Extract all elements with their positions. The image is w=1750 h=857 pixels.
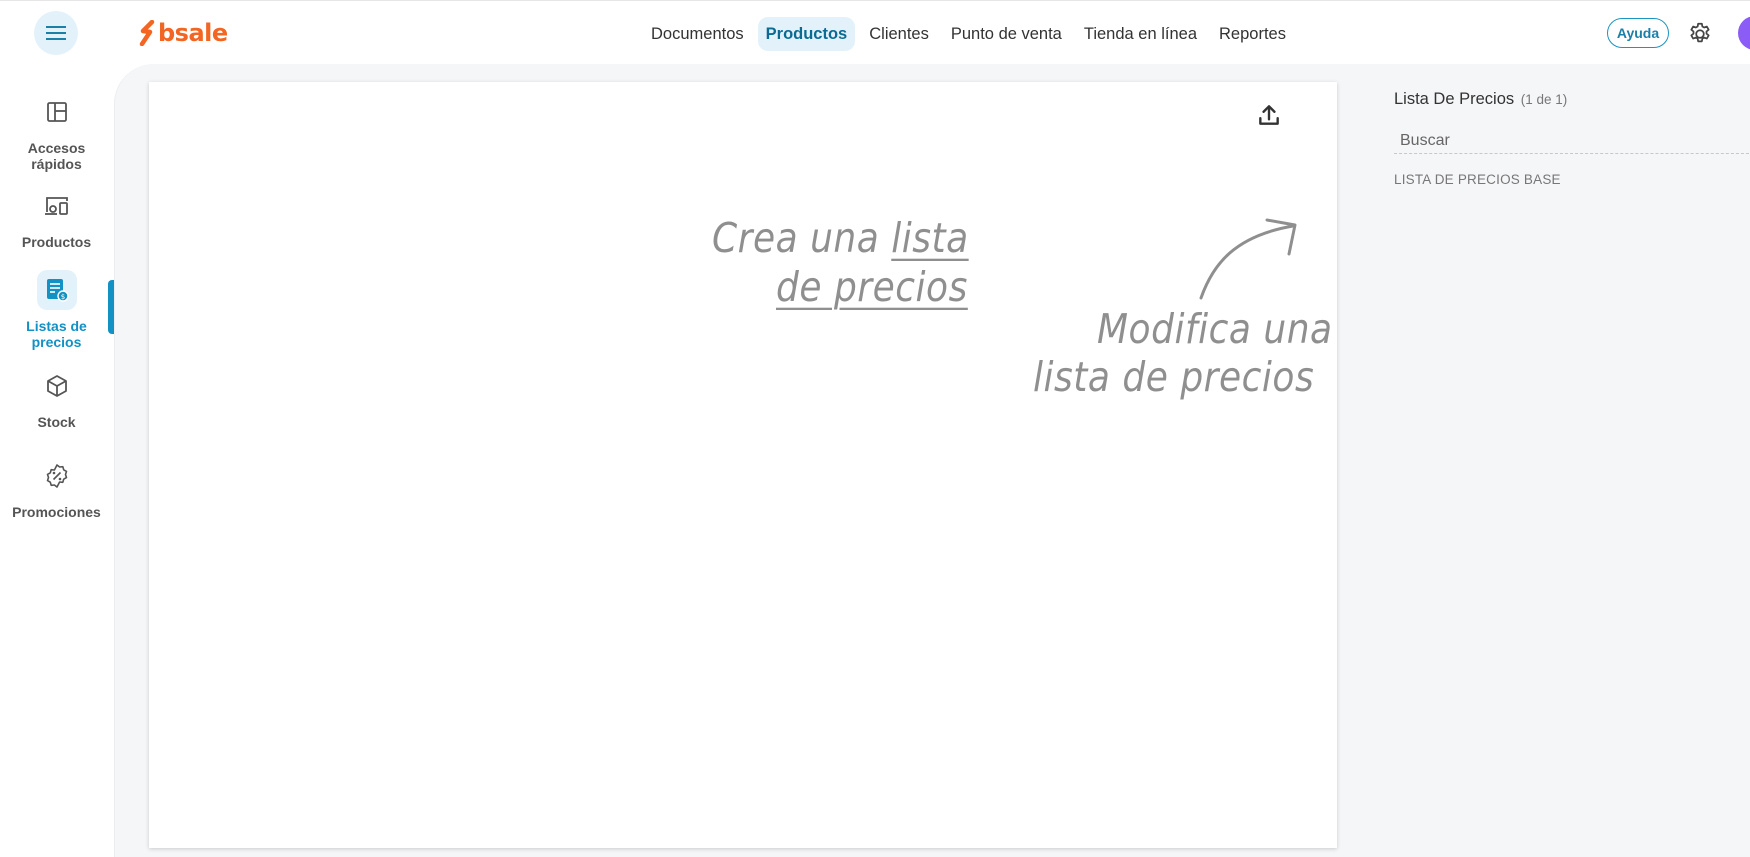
price-list-canvas (149, 82, 1337, 848)
svg-text:$: $ (60, 293, 64, 301)
hamburger-menu-icon (46, 26, 66, 40)
nav-reportes[interactable]: Reportes (1211, 17, 1294, 51)
sidebar-label-promociones: Promociones (12, 504, 101, 520)
nav-documentos[interactable]: Documentos (643, 17, 752, 51)
create-list-link-2[interactable]: de precios (776, 264, 968, 311)
modify-hint-line1: Modifica una (1097, 306, 1333, 354)
sidebar-label-listas: Listas de precios (26, 318, 87, 350)
price-list-search-input[interactable] (1394, 128, 1750, 154)
bsale-logo[interactable]: bsale (138, 17, 228, 49)
gear-icon[interactable] (1687, 21, 1713, 47)
create-hint-line1: Crea una lista (712, 215, 969, 262)
sidebar-item-stock[interactable]: Stock (0, 366, 113, 430)
sidebar-item-listas-de-precios[interactable]: $ Listas de precios (0, 270, 113, 350)
create-hint-line2: de precios (776, 264, 968, 311)
sidebar-label-productos: Productos (21, 234, 92, 250)
price-list-panel-title: Lista De Precios (1 de 1) (1394, 90, 1567, 109)
sidebar-label-stock: Stock (37, 414, 76, 430)
create-hint-prefix: Crea una (712, 215, 892, 263)
sidebar-item-promociones[interactable]: Promociones (0, 456, 113, 520)
devices-icon (44, 197, 68, 215)
user-avatar[interactable] (1738, 16, 1750, 50)
top-bar: bsale Documentos Productos Clientes Punt… (0, 0, 1750, 65)
create-list-link[interactable]: lista (891, 215, 968, 262)
sidebar-label-accesos: Accesos rápidos (27, 140, 86, 172)
brand-name: bsale (158, 19, 228, 47)
dashboard-grid-icon (46, 102, 67, 122)
nav-tienda-en-linea[interactable]: Tienda en línea (1076, 17, 1205, 51)
bsale-logo-mark-icon (139, 20, 155, 46)
discount-badge-icon (46, 464, 67, 488)
nav-productos[interactable]: Productos (757, 17, 856, 51)
modify-hint-line2: lista de precios (1033, 354, 1315, 402)
box-icon (46, 375, 67, 397)
nav-clientes[interactable]: Clientes (861, 17, 937, 51)
hamburger-menu-button[interactable] (34, 11, 78, 55)
main-nav: Documentos Productos Clientes Punto de v… (643, 17, 1300, 51)
sidebar-item-productos[interactable]: Productos (0, 186, 113, 250)
panel-count: (1 de 1) (1520, 92, 1568, 107)
nav-punto-de-venta[interactable]: Punto de venta (943, 17, 1070, 51)
help-button[interactable]: Ayuda (1607, 18, 1669, 48)
price-list-icon: $ (46, 279, 69, 302)
curved-arrow-icon (1199, 218, 1297, 300)
price-list-item[interactable]: LISTA DE PRECIOS BASE (1394, 172, 1561, 187)
sidebar-item-accesos-rapidos[interactable]: Accesos rápidos (0, 92, 113, 172)
left-sidebar: Accesos rápidos Productos $ Listas de pr… (0, 64, 113, 857)
panel-title-text: Lista De Precios (1394, 90, 1515, 108)
upload-icon[interactable] (1256, 102, 1282, 128)
